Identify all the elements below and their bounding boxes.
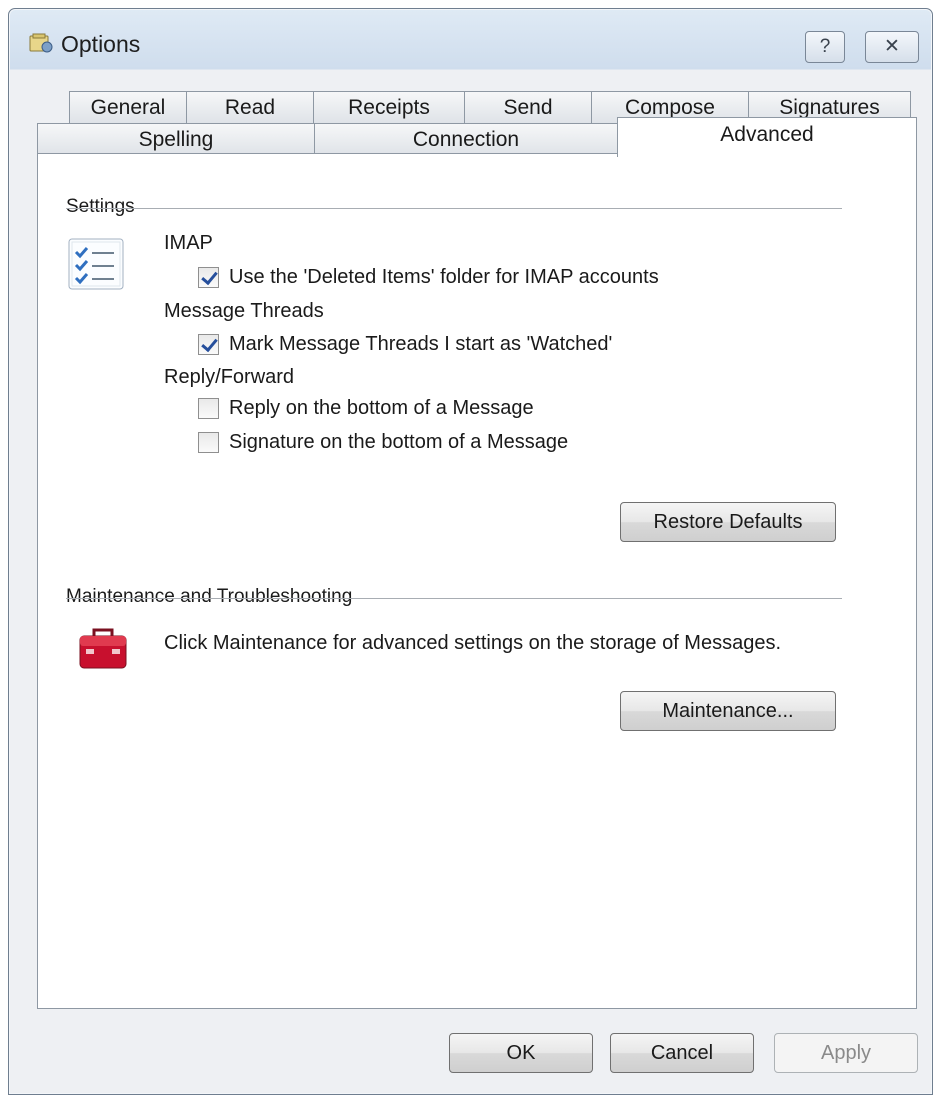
- ok-button[interactable]: OK: [449, 1033, 593, 1073]
- deleted-items-label: Use the 'Deleted Items' folder for IMAP …: [229, 266, 659, 288]
- reply-group-label: Reply/Forward: [164, 366, 295, 388]
- reply-bottom-checkbox[interactable]: [198, 398, 219, 419]
- deleted-items-checkbox-row[interactable]: Use the 'Deleted Items' folder for IMAP …: [198, 266, 659, 289]
- tab-spelling[interactable]: Spelling: [37, 123, 315, 155]
- imap-group-label: IMAP: [164, 232, 213, 254]
- tab-general[interactable]: General: [69, 91, 187, 123]
- advanced-panel: Settings IMAP Use the 'Deleted Items' fo…: [37, 153, 917, 1009]
- maintenance-section-label: Maintenance and Troubleshooting: [66, 586, 367, 608]
- close-button[interactable]: ✕: [865, 31, 919, 63]
- watched-checkbox[interactable]: [198, 334, 219, 355]
- tab-send[interactable]: Send: [464, 91, 592, 123]
- apply-button[interactable]: Apply: [774, 1033, 918, 1073]
- checklist-icon: [68, 238, 126, 297]
- settings-divider: [66, 208, 842, 209]
- watched-label: Mark Message Threads I start as 'Watched…: [229, 333, 613, 355]
- signature-bottom-checkbox-row[interactable]: Signature on the bottom of a Message: [198, 431, 568, 454]
- settings-section-label: Settings: [66, 196, 149, 218]
- signature-bottom-label: Signature on the bottom of a Message: [229, 431, 569, 453]
- options-dialog: Options ? ✕ General Read Receipts Send C…: [8, 8, 933, 1095]
- window-title: Options: [61, 31, 141, 57]
- tab-connection[interactable]: Connection: [314, 123, 618, 155]
- restore-defaults-button[interactable]: Restore Defaults: [620, 502, 836, 542]
- watched-checkbox-row[interactable]: Mark Message Threads I start as 'Watched…: [198, 333, 612, 356]
- options-app-icon: [29, 32, 53, 54]
- deleted-items-checkbox[interactable]: [198, 267, 219, 288]
- cancel-button[interactable]: Cancel: [610, 1033, 754, 1073]
- maintenance-description: Click Maintenance for advanced settings …: [164, 632, 782, 654]
- tab-read[interactable]: Read: [186, 91, 314, 123]
- maintenance-divider: [66, 598, 842, 599]
- tab-receipts[interactable]: Receipts: [313, 91, 465, 123]
- title-bar[interactable]: Options ? ✕: [9, 9, 932, 73]
- signature-bottom-checkbox[interactable]: [198, 432, 219, 453]
- help-button[interactable]: ?: [805, 31, 845, 63]
- toolbox-icon: [78, 626, 128, 675]
- maintenance-button[interactable]: Maintenance...: [620, 691, 836, 731]
- threads-group-label: Message Threads: [164, 300, 324, 322]
- reply-bottom-checkbox-row[interactable]: Reply on the bottom of a Message: [198, 397, 534, 420]
- tab-advanced[interactable]: Advanced: [617, 117, 917, 157]
- reply-bottom-label: Reply on the bottom of a Message: [229, 397, 534, 419]
